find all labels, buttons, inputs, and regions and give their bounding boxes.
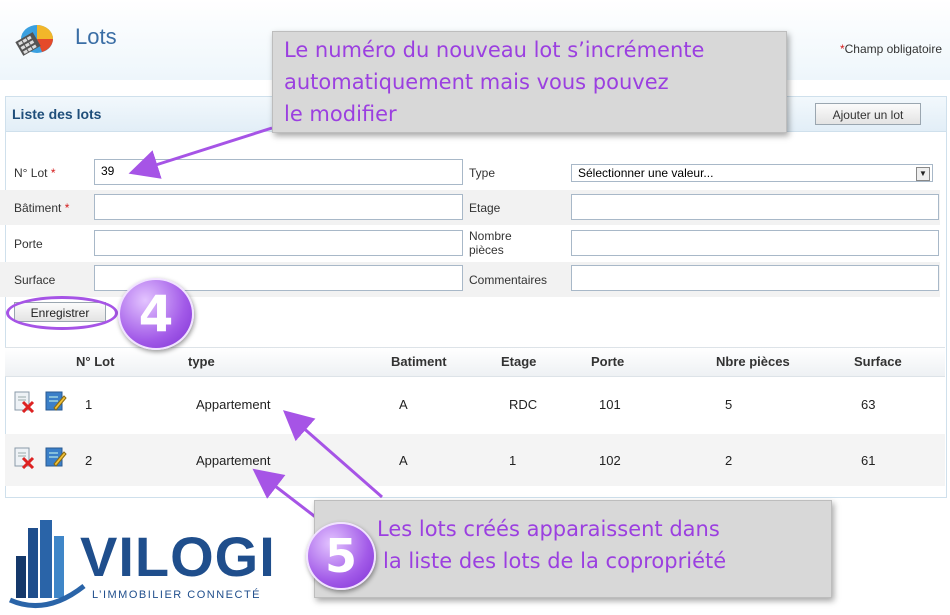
table-row: 1 Appartement A RDC 101 5 63	[5, 378, 945, 430]
door-input[interactable]	[94, 230, 463, 256]
col-header-door[interactable]: Porte	[591, 354, 624, 369]
required-field-note: *Champ obligatoire	[840, 42, 942, 56]
chevron-down-icon[interactable]: ▼	[916, 167, 930, 181]
form-row-building: Bâtiment * Etage	[0, 190, 940, 225]
comments-label: Commentaires	[469, 273, 548, 287]
col-header-rooms[interactable]: Nbre pièces	[716, 354, 790, 369]
cell-area: 61	[861, 453, 876, 468]
type-label: Type	[469, 166, 496, 180]
cell-area: 63	[861, 397, 876, 412]
cell-type: Appartement	[196, 453, 271, 468]
cell-building: A	[399, 453, 408, 468]
rooms-label: Nombre pièces	[469, 229, 512, 257]
col-header-area[interactable]: Surface	[854, 354, 902, 369]
step-4-badge: 4	[118, 278, 194, 350]
panel-title: Liste des lots	[12, 106, 102, 122]
col-header-type[interactable]: type	[188, 354, 215, 369]
lot-number-label: N° Lot *	[14, 166, 56, 180]
col-header-building[interactable]: Batiment	[391, 354, 447, 369]
building-label: Bâtiment *	[14, 201, 70, 215]
save-button-highlight-ring	[6, 296, 118, 330]
form-row-lot: N° Lot * 39 Type Sélectionner une valeur…	[0, 155, 940, 190]
add-lot-button[interactable]: Ajouter un lot	[815, 103, 921, 125]
cell-lot: 1	[85, 397, 93, 412]
callout-top-line-2: automatiquement mais vous pouvez	[284, 70, 669, 94]
area-label: Surface	[14, 273, 56, 287]
cell-lot: 2	[85, 453, 93, 468]
door-label: Porte	[14, 237, 43, 251]
cell-type: Appartement	[196, 397, 271, 412]
floor-label: Etage	[469, 201, 501, 215]
lot-number-input[interactable]: 39	[94, 159, 463, 185]
cell-rooms: 2	[725, 453, 733, 468]
cell-floor: 1	[509, 453, 517, 468]
tip-callout-lot-list: Les lots créés apparaissent dans la list…	[314, 500, 832, 598]
cell-rooms: 5	[725, 397, 733, 412]
required-note-text: Champ obligatoire	[844, 42, 942, 56]
edit-icon[interactable]	[45, 446, 67, 468]
lots-table-header: N° Lot type Batiment Etage Porte Nbre pi…	[5, 347, 945, 377]
cell-building: A	[399, 397, 408, 412]
page-title: Lots	[75, 24, 117, 49]
tip-callout-lot-number: Le numéro du nouveau lot s’incrémente au…	[272, 31, 787, 133]
delete-icon[interactable]	[13, 447, 35, 469]
rooms-input[interactable]	[571, 230, 939, 256]
type-select[interactable]: Sélectionner une valeur... ▼	[571, 164, 933, 182]
brand-name: VILOGI	[80, 525, 276, 588]
cell-door: 101	[599, 397, 621, 412]
delete-icon[interactable]	[13, 391, 35, 413]
floor-input[interactable]	[571, 194, 939, 220]
col-header-lot[interactable]: N° Lot	[76, 354, 114, 369]
callout-top-line-1: Le numéro du nouveau lot s’incrémente	[284, 38, 705, 62]
table-row: 2 Appartement A 1 102 2 61	[5, 434, 945, 486]
callout-bottom-line-1: Les lots créés apparaissent dans	[377, 517, 720, 541]
vilogi-brand: VILOGI L’IMMOBILIER CONNECTÉ	[0, 510, 300, 615]
cell-floor: RDC	[509, 397, 538, 412]
form-row-door: Porte Nombre pièces	[0, 226, 940, 261]
callout-bottom-line-2: la liste des lots de la copropriété	[383, 549, 727, 573]
callout-top-line-3: le modifier	[284, 102, 397, 126]
edit-icon[interactable]	[45, 390, 67, 412]
brand-tagline: L’IMMOBILIER CONNECTÉ	[92, 589, 262, 601]
type-select-value: Sélectionner une valeur...	[578, 166, 714, 180]
comments-input[interactable]	[571, 265, 939, 291]
building-input[interactable]	[94, 194, 463, 220]
cell-door: 102	[599, 453, 621, 468]
col-header-floor[interactable]: Etage	[501, 354, 536, 369]
building-logo-icon	[8, 520, 86, 608]
step-5-badge: 5	[306, 522, 376, 590]
lots-module-icon	[15, 25, 53, 56]
